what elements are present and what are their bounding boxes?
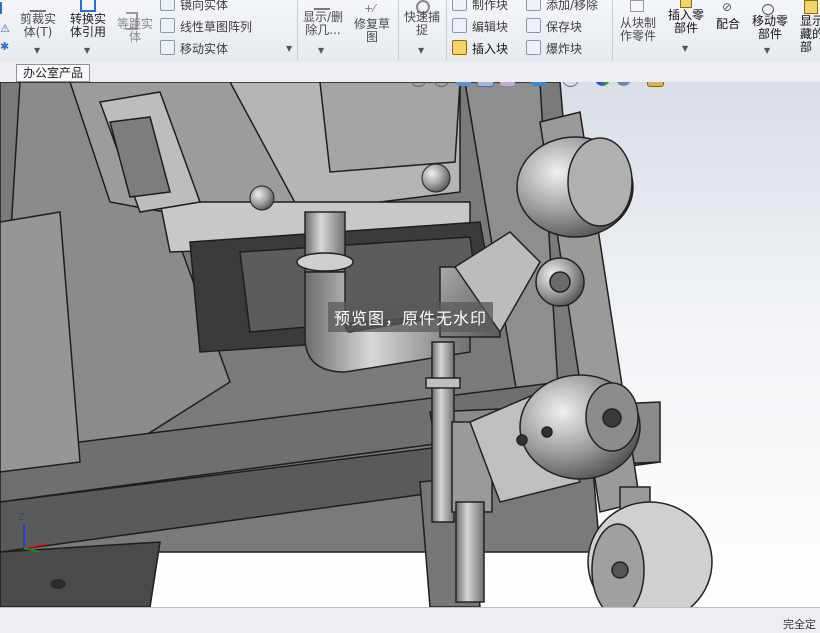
trim-icon <box>30 0 46 12</box>
triangle-icon[interactable]: ⚠ <box>0 22 14 35</box>
dynamic-annotation-icon[interactable] <box>500 82 515 86</box>
bolt[interactable] <box>249 185 275 211</box>
save-block-icon <box>526 18 541 33</box>
bolt[interactable] <box>421 163 451 193</box>
repair-icon: +⁄ <box>364 2 376 15</box>
chevron-down-icon[interactable]: ▾ <box>585 82 589 83</box>
chevron-down-icon[interactable]: ▼ <box>84 46 90 55</box>
add-remove-button[interactable]: 添加/移除 <box>526 0 598 13</box>
view-orientation-icon[interactable] <box>531 82 547 86</box>
paperclip-icon: ⊘ <box>722 0 733 14</box>
offset-entity-label: 等距实 体 <box>116 17 153 44</box>
insert-block-button[interactable]: 插入块 <box>452 40 508 57</box>
document-tab-row: 办公室产品 <box>0 62 820 83</box>
trim-entity-label: 剪裁实 体(T) <box>19 12 56 39</box>
convert-entity-label: 转换实 体引用 <box>69 12 106 39</box>
quick-snap-label: 快速捕 捉 <box>403 10 440 37</box>
explode-block-icon <box>526 40 541 55</box>
chevron-down-icon[interactable]: ▼ <box>34 46 40 55</box>
chevron-down-icon[interactable]: ▾ <box>670 82 674 83</box>
previous-view-icon[interactable] <box>456 82 471 86</box>
insert-block-icon <box>452 40 467 55</box>
status-bar: 完全定 <box>0 607 820 633</box>
move-entity-label: 移动实体 <box>180 42 229 56</box>
appearance-icon[interactable] <box>595 82 611 86</box>
part-icon <box>630 0 644 12</box>
chevron-down-icon[interactable]: ▾ <box>637 82 641 83</box>
coordinate-triad: Z <box>14 512 54 553</box>
show-hidden-icon <box>804 0 818 14</box>
edit-block-icon <box>452 18 467 33</box>
chevron-down-icon[interactable]: ▼ <box>286 44 292 53</box>
triad-z-label: Z <box>18 512 25 523</box>
mirror-icon <box>160 0 175 11</box>
chevron-down-icon[interactable]: ▾ <box>552 82 556 83</box>
from-block-part-label: 从块制 作零件 <box>619 16 656 43</box>
make-block-button[interactable]: 制作块 <box>452 0 508 13</box>
make-block-label: 制作块 <box>472 0 509 12</box>
preview-watermark: 预览图，原件无水印 <box>328 302 494 332</box>
graphics-viewport[interactable]: ▾ ▾ ▾ ▾ ▾ <box>0 82 820 607</box>
view-settings-icon[interactable] <box>647 82 665 87</box>
explode-block-button[interactable]: 爆炸块 <box>526 40 582 57</box>
mirror-entity-button[interactable]: 镜向实体 <box>160 0 228 13</box>
mirror-entity-label: 镜向实体 <box>180 0 229 12</box>
move-part-label: 移动零 部件 <box>751 14 788 41</box>
add-remove-label: 添加/移除 <box>546 0 599 12</box>
cad-model[interactable] <box>0 82 820 607</box>
repair-sketch-label: 修复草 图 <box>353 17 390 44</box>
separator <box>398 0 399 60</box>
chevron-down-icon[interactable]: ▼ <box>318 46 324 55</box>
scene-icon[interactable] <box>616 82 632 86</box>
chevron-down-icon[interactable]: ▾ <box>521 82 525 83</box>
sketch-icon[interactable] <box>0 2 16 14</box>
save-block-button[interactable]: 保存块 <box>526 18 582 35</box>
separator <box>612 0 613 60</box>
edit-block-button[interactable]: 编辑块 <box>452 18 508 35</box>
insert-part-icon <box>680 0 692 8</box>
explode-block-label: 爆炸块 <box>546 42 583 56</box>
chevron-down-icon[interactable]: ▼ <box>764 46 770 55</box>
chevron-down-icon[interactable]: ▼ <box>682 44 688 53</box>
zoom-to-fit-icon[interactable] <box>410 82 427 87</box>
save-block-label: 保存块 <box>546 20 583 34</box>
add-remove-icon <box>526 0 541 11</box>
move-entity-button[interactable]: 移动实体 <box>160 40 228 57</box>
zoom-to-area-icon[interactable] <box>433 82 450 87</box>
mount-hole <box>50 579 66 589</box>
mate-label: 配合 <box>715 17 740 31</box>
command-ribbon: ⚠ ✱ 剪裁实 体(T) ▼ 转换实 体引用 ▼ 等距实 体 镜向实体 线性草图… <box>0 0 820 63</box>
edit-block-label: 编辑块 <box>472 20 509 34</box>
tab-office-product[interactable]: 办公室产品 <box>16 64 91 82</box>
star-icon[interactable]: ✱ <box>0 40 14 53</box>
insert-part-label: 插入零 部件 <box>667 8 704 35</box>
separator <box>297 0 298 60</box>
grid-icon <box>160 18 175 33</box>
section-view-icon[interactable] <box>477 82 494 87</box>
move-icon <box>160 40 175 55</box>
relations-icon <box>314 0 330 10</box>
status-text: 完全定 <box>783 618 816 631</box>
separator <box>446 0 447 60</box>
insert-block-label: 插入块 <box>472 42 509 56</box>
show-delete-label: 显示/删 除几... <box>302 10 344 37</box>
display-style-icon[interactable] <box>562 82 580 87</box>
linear-pattern-button[interactable]: 线性草图阵列 <box>160 18 252 35</box>
linear-pattern-label: 线性草图阵列 <box>180 20 253 34</box>
heads-up-view-toolbar: ▾ ▾ ▾ ▾ ▾ <box>410 82 674 88</box>
convert-icon <box>80 0 96 12</box>
block-icon <box>452 0 467 11</box>
chevron-down-icon[interactable]: ▼ <box>418 46 424 55</box>
show-hidden-label: 显示 藏的 部 <box>800 14 820 54</box>
